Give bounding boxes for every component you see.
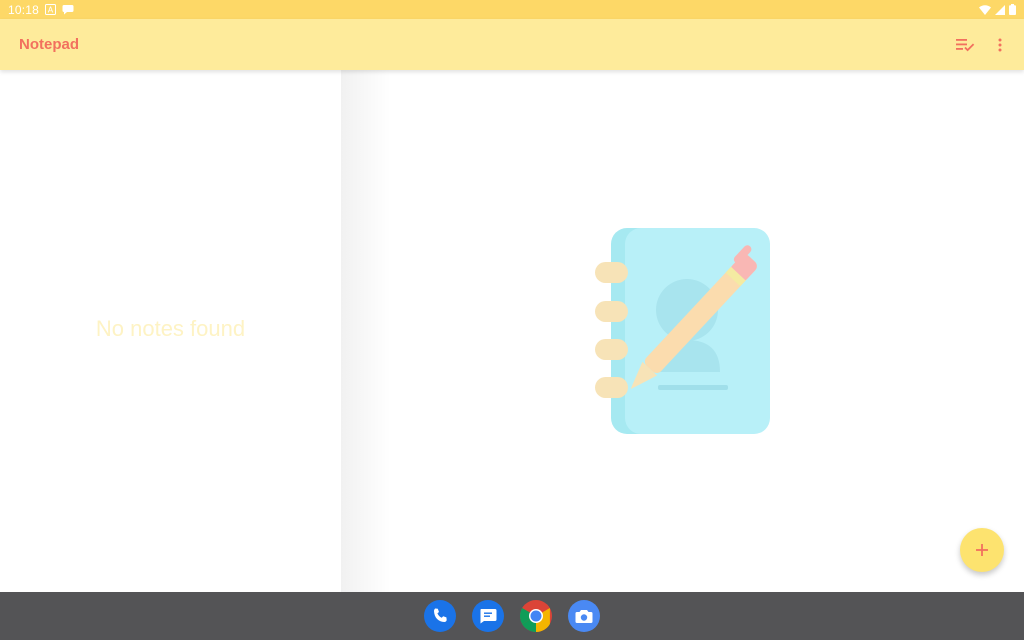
more-options-icon bbox=[998, 38, 1002, 52]
notes-list-pane: No notes found bbox=[0, 70, 341, 592]
signal-icon bbox=[995, 4, 1005, 15]
sort-icon bbox=[956, 38, 976, 52]
battery-icon bbox=[1009, 4, 1016, 15]
status-bar: 10:18 A bbox=[0, 0, 1024, 19]
taskbar-dock bbox=[0, 592, 1024, 640]
a-notification-icon: A bbox=[45, 4, 57, 15]
chrome-app-icon[interactable] bbox=[520, 600, 552, 632]
add-note-button[interactable] bbox=[960, 528, 1004, 572]
app-bar: Notepad bbox=[0, 19, 1024, 70]
app-title: Notepad bbox=[19, 36, 79, 53]
camera-app-icon[interactable] bbox=[568, 600, 600, 632]
svg-text:A: A bbox=[48, 6, 54, 15]
chat-notification-icon bbox=[62, 4, 74, 15]
wifi-icon bbox=[979, 4, 991, 15]
notebook-pen-illustration bbox=[592, 226, 774, 438]
sort-button[interactable] bbox=[952, 19, 980, 70]
messages-app-icon[interactable] bbox=[472, 600, 504, 632]
more-options-button[interactable] bbox=[988, 19, 1012, 70]
empty-list-message: No notes found bbox=[95, 316, 246, 341]
status-time: 10:18 bbox=[8, 2, 40, 17]
plus-icon bbox=[975, 543, 989, 557]
phone-app-icon[interactable] bbox=[424, 600, 456, 632]
